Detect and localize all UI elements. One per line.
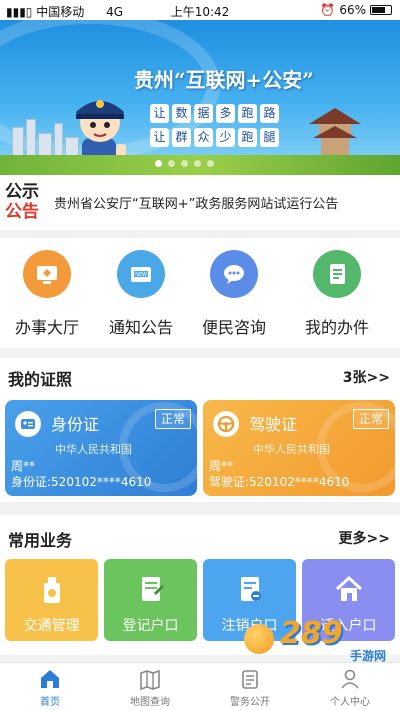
alarm-icon: ⏰	[320, 3, 336, 17]
card-holder: 周**	[209, 459, 234, 473]
card-name: 驾驶证	[249, 415, 298, 434]
battery-icon	[370, 5, 392, 15]
common-business-title: 常用业务	[8, 531, 73, 550]
tile-register-household[interactable]: 登记户口	[104, 559, 197, 641]
steering-wheel-icon	[213, 411, 239, 437]
document-icon	[313, 250, 361, 298]
card-holder: 周**	[11, 459, 36, 473]
indicator-dot	[168, 160, 175, 167]
card-number: 驾驶证:520102****4610	[209, 475, 350, 489]
tile-label: 交通管理	[23, 618, 80, 634]
slogan-row-1: 让数据多跑路	[150, 104, 300, 123]
banner-title: 贵州“互联网+公安”	[134, 68, 314, 92]
service-my-cases-button[interactable]: 我的办件	[292, 250, 382, 338]
more-link[interactable]: 更多>>	[339, 528, 390, 548]
carousel-indicators	[155, 160, 214, 167]
service-label: 便民咨询	[201, 318, 266, 337]
indicator-dot	[155, 160, 162, 167]
pavilion-icon	[309, 108, 361, 162]
id-card[interactable]: 身份证 正常 中华人民共和国 周** 身份证:520102****4610	[5, 400, 197, 496]
service-notice-button[interactable]: NEW 通知公告	[96, 250, 186, 338]
announcement-tag-bottom: 公告	[5, 202, 39, 222]
driver-license-card[interactable]: 驾驶证 正常 中华人民共和国 周** 驾驶证:520102****4610	[203, 400, 395, 496]
move-in-icon	[302, 573, 395, 605]
cancel-register-icon	[203, 573, 296, 605]
watermark-number: 289	[280, 616, 343, 651]
announcement-tag: 公示 公告	[5, 182, 49, 224]
card-country: 中华人民共和国	[253, 443, 330, 456]
battery-percent: 66%	[339, 3, 366, 17]
card-number: 身份证:520102****4610	[11, 475, 152, 489]
banner-carousel[interactable]: 贵州“互联网+公安” 让数据多跑路 让群众少跑腿	[0, 20, 400, 175]
certificates-title: 我的证照	[8, 370, 73, 389]
indicator-dot	[207, 160, 214, 167]
bottom-tab-bar: 首页 地图查询 警务公开 个人中心	[0, 662, 400, 710]
user-icon	[300, 667, 400, 691]
announcement-bar[interactable]: 公示 公告 贵州省公安厅“互联网+”政务服务网站试运行公告	[0, 175, 400, 230]
common-business-header: 常用业务 更多>>	[0, 519, 400, 555]
announcement-tag-top: 公示	[5, 182, 39, 202]
card-country: 中华人民共和国	[55, 443, 132, 456]
status-bar: ▮▮▮▯ 中国移动 4G 上午10:42 ⏰ 66%	[0, 0, 400, 20]
tab-police-affairs[interactable]: 警务公开	[200, 667, 300, 708]
register-icon	[104, 573, 197, 605]
card-name: 身份证	[51, 415, 100, 434]
indicator-dot	[194, 160, 201, 167]
card-status-badge: 正常	[155, 409, 191, 429]
certificates-list: 身份证 正常 中华人民共和国 周** 身份证:520102****4610 驾驶…	[0, 392, 400, 502]
slogan-row-2: 让群众少跑腿	[150, 128, 300, 147]
tab-label: 地图查询	[130, 697, 170, 708]
service-label: 我的办件	[304, 318, 369, 337]
system-indicators: ⏰ 66%	[320, 3, 392, 17]
certificates-header: 我的证照 3张>>	[0, 358, 400, 394]
svg-text:NEW: NEW	[135, 272, 147, 278]
tab-label: 警务公开	[230, 697, 270, 708]
certificates-count-link[interactable]: 3张>>	[343, 367, 390, 387]
service-hall-button[interactable]: 办事大厅	[2, 250, 92, 338]
hall-icon	[23, 250, 71, 298]
tile-label: 登记户口	[122, 618, 179, 634]
tab-label: 首页	[40, 697, 60, 708]
site-watermark: 289 手游网	[240, 616, 390, 666]
id-card-icon	[15, 411, 41, 437]
service-label: 办事大厅	[14, 318, 79, 337]
home-icon	[0, 667, 100, 691]
indicator-dot	[181, 160, 188, 167]
quick-services: 办事大厅 NEW 通知公告 便民咨询 我的办件	[0, 238, 400, 348]
service-consult-button[interactable]: 便民咨询	[189, 250, 279, 338]
police-affairs-icon	[200, 667, 300, 691]
tab-label: 个人中心	[330, 697, 370, 708]
watermark-logo	[244, 624, 274, 654]
card-status-badge: 正常	[353, 409, 389, 429]
notice-icon: NEW	[117, 250, 165, 298]
tab-personal-center[interactable]: 个人中心	[300, 667, 400, 708]
tile-traffic-management[interactable]: 交通管理	[5, 559, 98, 641]
chat-icon	[210, 250, 258, 298]
tab-map-query[interactable]: 地图查询	[100, 667, 200, 708]
service-label: 通知公告	[108, 318, 173, 337]
announcement-text[interactable]: 贵州省公安厅“互联网+”政务服务网站试运行公告	[54, 193, 338, 212]
map-icon	[100, 667, 200, 691]
tab-home[interactable]: 首页	[0, 667, 100, 708]
banner-slogan: 让数据多跑路 让群众少跑腿	[150, 104, 300, 152]
traffic-icon	[5, 573, 98, 605]
